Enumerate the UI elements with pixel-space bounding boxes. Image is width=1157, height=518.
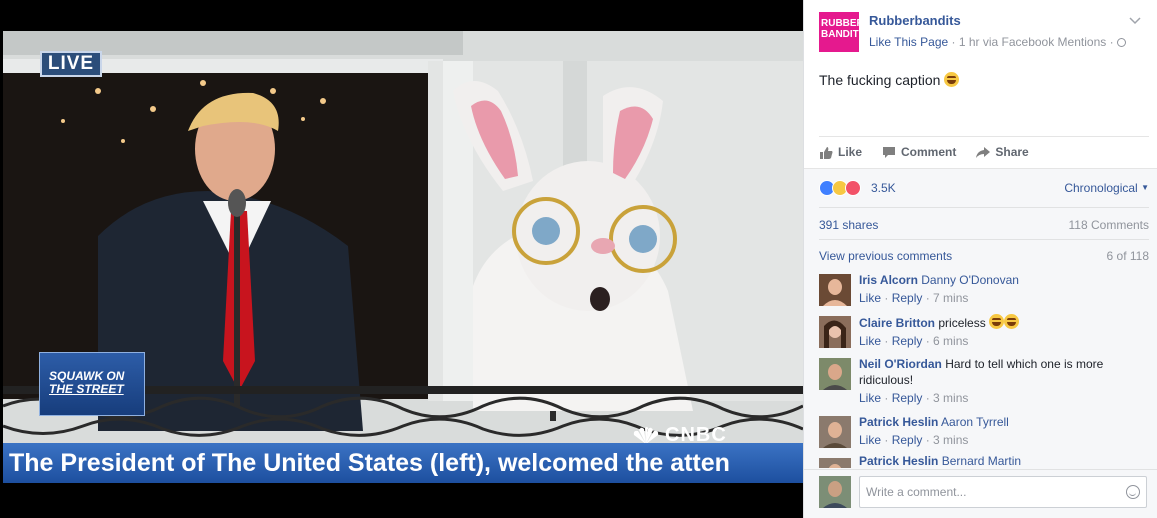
page-avatar[interactable]: RUBBER BANDITS xyxy=(819,12,866,52)
comment-item: Patrick Heslin Bernard Martin xyxy=(819,456,1149,468)
comment-icon xyxy=(883,146,896,158)
comment-input[interactable] xyxy=(859,476,1147,508)
comment-meta: Like · Reply · 3 mins xyxy=(859,391,969,405)
like-page-link[interactable]: Like This Page xyxy=(869,35,948,49)
comment-like-link[interactable]: Like xyxy=(859,334,881,348)
comment-text: priceless xyxy=(938,316,986,330)
comment-item: Neil O'Riordan Hard to tell which one is… xyxy=(819,356,1149,412)
post-meta-text: · 1 hr via Facebook Mentions · xyxy=(948,35,1117,49)
comment-time: 7 mins xyxy=(933,291,969,305)
comment-composer xyxy=(804,469,1157,518)
comment-label: Comment xyxy=(901,145,957,159)
sort-dropdown[interactable]: Chronological ▼ xyxy=(1064,181,1149,195)
comment-time: 6 mins xyxy=(933,334,969,348)
post-meta: Like This Page · 1 hr via Facebook Menti… xyxy=(869,35,1126,49)
comment-time: 3 mins xyxy=(933,391,969,405)
shares-row: 391 shares 118 Comments xyxy=(819,207,1149,240)
tagged-user[interactable]: Danny O'Donovan xyxy=(921,273,1019,287)
laughing-emoji-icon xyxy=(1004,314,1020,329)
share-icon xyxy=(976,146,991,158)
video-player[interactable]: LIVE SQUAWK ON THE STREET CNBC The Presi… xyxy=(0,0,803,518)
comment-reply-link[interactable]: Reply xyxy=(892,391,923,405)
show-logo-line2: THE STREET xyxy=(49,382,124,396)
chevron-down-icon[interactable] xyxy=(1129,14,1141,28)
previous-comments-count: 6 of 118 xyxy=(1106,249,1149,263)
facebook-post-panel: RUBBER BANDITS Rubberbandits Like This P… xyxy=(803,0,1157,518)
commenter-name[interactable]: Patrick Heslin xyxy=(859,415,938,429)
show-logo: SQUAWK ON THE STREET xyxy=(39,352,145,416)
comment-reply-link[interactable]: Reply xyxy=(892,334,923,348)
previous-comments-row: View previous comments 6 of 118 xyxy=(819,249,1149,265)
laughing-emoji-icon xyxy=(989,314,1005,329)
post-header: RUBBER BANDITS Rubberbandits Like This P… xyxy=(819,12,1149,54)
comment-meta: Like · Reply · 3 mins xyxy=(859,433,969,447)
news-ticker: The President of The United States (left… xyxy=(3,443,803,483)
comment-meta: Like · Reply · 7 mins xyxy=(859,291,969,305)
comment-time: 3 mins xyxy=(933,433,969,447)
tagged-user[interactable]: Bernard Martin xyxy=(942,456,1021,468)
reactions-row: 3.5K Chronological ▼ xyxy=(819,179,1149,199)
commenter-avatar[interactable] xyxy=(819,274,851,306)
show-logo-line1: SQUAWK ON xyxy=(49,369,125,383)
comment-like-link[interactable]: Like xyxy=(859,433,881,447)
comment-count[interactable]: 118 Comments xyxy=(1069,218,1149,232)
peacock-icon xyxy=(633,426,659,444)
my-avatar[interactable] xyxy=(819,476,851,508)
commenter-avatar[interactable] xyxy=(819,458,851,468)
love-reaction-icon xyxy=(845,180,861,196)
comment-body: Claire Britton priceless Like · Reply · … xyxy=(859,314,1144,349)
post-actions: Like Comment Share xyxy=(819,136,1149,167)
commenter-name[interactable]: Claire Britton xyxy=(859,316,935,330)
page-avatar-line1: RUBBER xyxy=(821,18,864,29)
commenter-avatar[interactable] xyxy=(819,316,851,348)
comment-like-link[interactable]: Like xyxy=(859,391,881,405)
commenter-avatar[interactable] xyxy=(819,416,851,448)
view-previous-comments-link[interactable]: View previous comments xyxy=(819,249,952,263)
comment-item: Claire Britton priceless Like · Reply · … xyxy=(819,314,1149,352)
caption-text: The fucking caption xyxy=(819,72,941,88)
like-button[interactable]: Like xyxy=(819,145,862,159)
page-avatar-line2: BANDITS xyxy=(821,29,866,40)
post-caption: The fucking caption xyxy=(819,72,960,88)
globe-icon xyxy=(1116,38,1126,47)
like-label: Like xyxy=(838,145,863,159)
comment-like-link[interactable]: Like xyxy=(859,291,881,305)
laughing-emoji-icon xyxy=(944,72,960,87)
video-frame[interactable]: LIVE SQUAWK ON THE STREET CNBC The Presi… xyxy=(3,31,803,483)
emoji-picker-icon[interactable] xyxy=(1126,485,1140,499)
comments-section: 3.5K Chronological ▼ 391 shares 118 Comm… xyxy=(804,168,1157,518)
page-name-link[interactable]: Rubberbandits xyxy=(869,13,961,28)
comment-meta: Like · Reply · 6 mins xyxy=(859,334,969,348)
shares-link[interactable]: 391 shares xyxy=(819,218,878,232)
screen: LIVE SQUAWK ON THE STREET CNBC The Presi… xyxy=(0,0,1157,518)
commenter-name[interactable]: Patrick Heslin xyxy=(859,456,938,468)
comment-item: Iris Alcorn Danny O'Donovan Like · Reply… xyxy=(819,272,1149,310)
comment-reply-link[interactable]: Reply xyxy=(892,433,923,447)
comment-reply-link[interactable]: Reply xyxy=(892,291,923,305)
sort-label: Chronological xyxy=(1064,181,1138,195)
commenter-name[interactable]: Neil O'Riordan xyxy=(859,357,942,371)
comment-body: Neil O'Riordan Hard to tell which one is… xyxy=(859,356,1144,406)
caret-down-icon: ▼ xyxy=(1141,183,1149,192)
live-badge: LIVE xyxy=(40,51,102,77)
commenter-avatar[interactable] xyxy=(819,358,851,390)
tagged-user[interactable]: Aaron Tyrrell xyxy=(941,415,1009,429)
comment-body: Patrick Heslin Bernard Martin xyxy=(859,456,1144,468)
comment-body: Patrick Heslin Aaron Tyrrell Like · Repl… xyxy=(859,414,1144,448)
reaction-count[interactable]: 3.5K xyxy=(871,181,896,195)
commenter-name[interactable]: Iris Alcorn xyxy=(859,273,918,287)
share-button[interactable]: Share xyxy=(976,145,1029,159)
comment-item: Patrick Heslin Aaron Tyrrell Like · Repl… xyxy=(819,414,1149,452)
thumbs-up-icon xyxy=(820,146,833,159)
share-label: Share xyxy=(995,145,1029,159)
reaction-icons[interactable] xyxy=(819,180,861,196)
comment-body: Iris Alcorn Danny O'Donovan Like · Reply… xyxy=(859,272,1144,306)
comment-button[interactable]: Comment xyxy=(882,145,956,159)
